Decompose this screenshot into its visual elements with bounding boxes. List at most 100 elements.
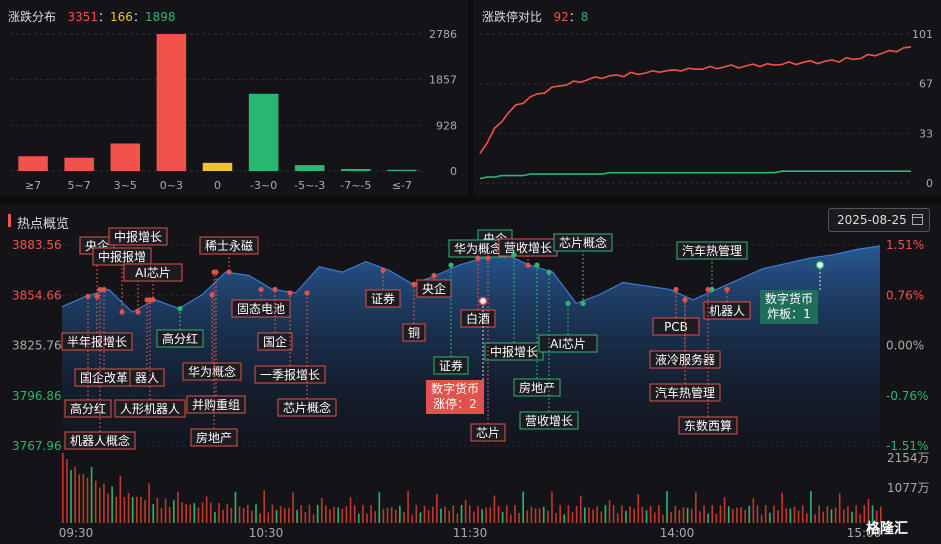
volume-bar — [444, 506, 446, 523]
marker-label: 芯片 — [476, 426, 500, 440]
marker-label: 机器人概念 — [70, 433, 130, 448]
volume-bar — [674, 505, 677, 523]
volume-bar — [226, 504, 229, 523]
marker-dot — [94, 293, 100, 299]
marker-label: 中报增长 — [490, 344, 538, 359]
volume-bar — [551, 491, 553, 523]
volume-bar — [329, 509, 331, 523]
volume-bar — [818, 505, 820, 523]
marker-dot — [475, 255, 481, 261]
hot-y-left-tick: 3825.76 — [12, 339, 62, 353]
volume-bar — [111, 486, 113, 523]
volume-bar — [70, 470, 72, 523]
hot-x-tick: 10:30 — [249, 526, 284, 540]
volume-bar — [584, 507, 586, 523]
volume-bar — [374, 511, 377, 523]
volume-bar — [325, 505, 327, 523]
volume-bar — [156, 497, 159, 523]
volume-bar — [727, 506, 730, 523]
marker-label: 高分红 — [162, 331, 198, 346]
volume-bar — [682, 507, 685, 523]
callout-dot — [815, 260, 825, 270]
volume-bar — [637, 494, 640, 523]
volume-bar — [119, 475, 122, 523]
volume-bar — [386, 507, 389, 523]
volume-bar — [481, 509, 483, 523]
volume-bar — [534, 508, 537, 523]
marker-label: 铜 — [408, 325, 420, 340]
marker-dot — [147, 297, 153, 303]
marker-dot — [448, 262, 454, 268]
marker-label: 并购重组 — [192, 397, 240, 412]
volume-bar — [181, 502, 183, 523]
volume-bar — [526, 510, 529, 523]
marker-label: 器人 — [135, 371, 159, 385]
volume-bar — [222, 509, 224, 523]
volume-bar — [740, 507, 742, 523]
volume-bar — [760, 514, 763, 523]
volume-bar — [670, 512, 672, 523]
volume-bar — [748, 505, 751, 523]
volume-bar — [238, 506, 241, 523]
volume-bar — [801, 505, 804, 523]
volume-bar — [296, 509, 298, 523]
volume-bar — [662, 514, 664, 523]
volume-bar — [345, 506, 348, 523]
marker-label: 国企 — [263, 334, 287, 349]
volume-bar — [596, 506, 598, 523]
marker-label: 华为概念 — [454, 241, 502, 256]
volume-bar — [353, 505, 356, 523]
volume-bar — [559, 505, 561, 523]
volume-bar — [320, 497, 323, 523]
volume-bar — [316, 504, 319, 523]
volume-bar — [863, 505, 866, 523]
marker-label: 中报增长 — [114, 229, 162, 244]
volume-bar — [847, 506, 849, 523]
volume-bar — [830, 509, 833, 523]
marker-dot — [580, 300, 586, 306]
volume-bar — [851, 511, 853, 523]
marker-label: 营收增长 — [525, 414, 573, 428]
volume-bar — [189, 504, 192, 523]
marker-label: 高分红 — [70, 401, 106, 416]
volume-bar — [82, 474, 85, 523]
volume-bar — [464, 500, 467, 523]
volume-bar — [489, 507, 492, 523]
callout-red-line1: 数字货币 — [431, 381, 479, 396]
volume-bar — [649, 505, 652, 523]
volume-bar — [522, 491, 524, 523]
volume-bar — [201, 502, 204, 523]
marker-dot — [226, 269, 232, 275]
marker-dot — [525, 262, 531, 268]
volume-bar — [427, 510, 430, 523]
callout-teal-line2: 炸板：1 — [767, 307, 811, 321]
volume-bar — [66, 459, 68, 523]
volume-bar — [822, 511, 825, 523]
volume-bar — [473, 511, 475, 523]
volume-bar — [214, 512, 216, 523]
volume-bar — [781, 492, 783, 523]
volume-bar — [612, 505, 615, 523]
marker-label: 汽车热管理 — [655, 385, 715, 400]
volume-bar — [641, 506, 644, 523]
volume-bar — [341, 508, 344, 523]
volume-bar — [477, 506, 479, 523]
volume-bar — [440, 508, 442, 523]
marker-dot — [272, 286, 278, 293]
volume-bar — [300, 505, 303, 523]
brand-logo: 格隆汇 — [866, 521, 908, 537]
volume-bar — [423, 505, 426, 523]
volume-bar — [538, 508, 541, 523]
volume-bar — [744, 509, 746, 523]
volume-bar — [514, 505, 516, 523]
volume-bar — [711, 505, 714, 523]
volume-bar — [485, 507, 487, 523]
volume-bar — [732, 509, 734, 523]
hot-chart: 3883.56 1.51% 3854.66 0.76% 3825.76 0.00% 3796… — [12, 227, 930, 540]
marker-label: 人形机器人 — [120, 402, 180, 416]
volume-bar — [127, 493, 130, 523]
volume-bar — [283, 508, 286, 523]
volume-bar — [567, 505, 570, 523]
volume-bar — [390, 507, 393, 523]
volume-bar — [431, 506, 434, 523]
